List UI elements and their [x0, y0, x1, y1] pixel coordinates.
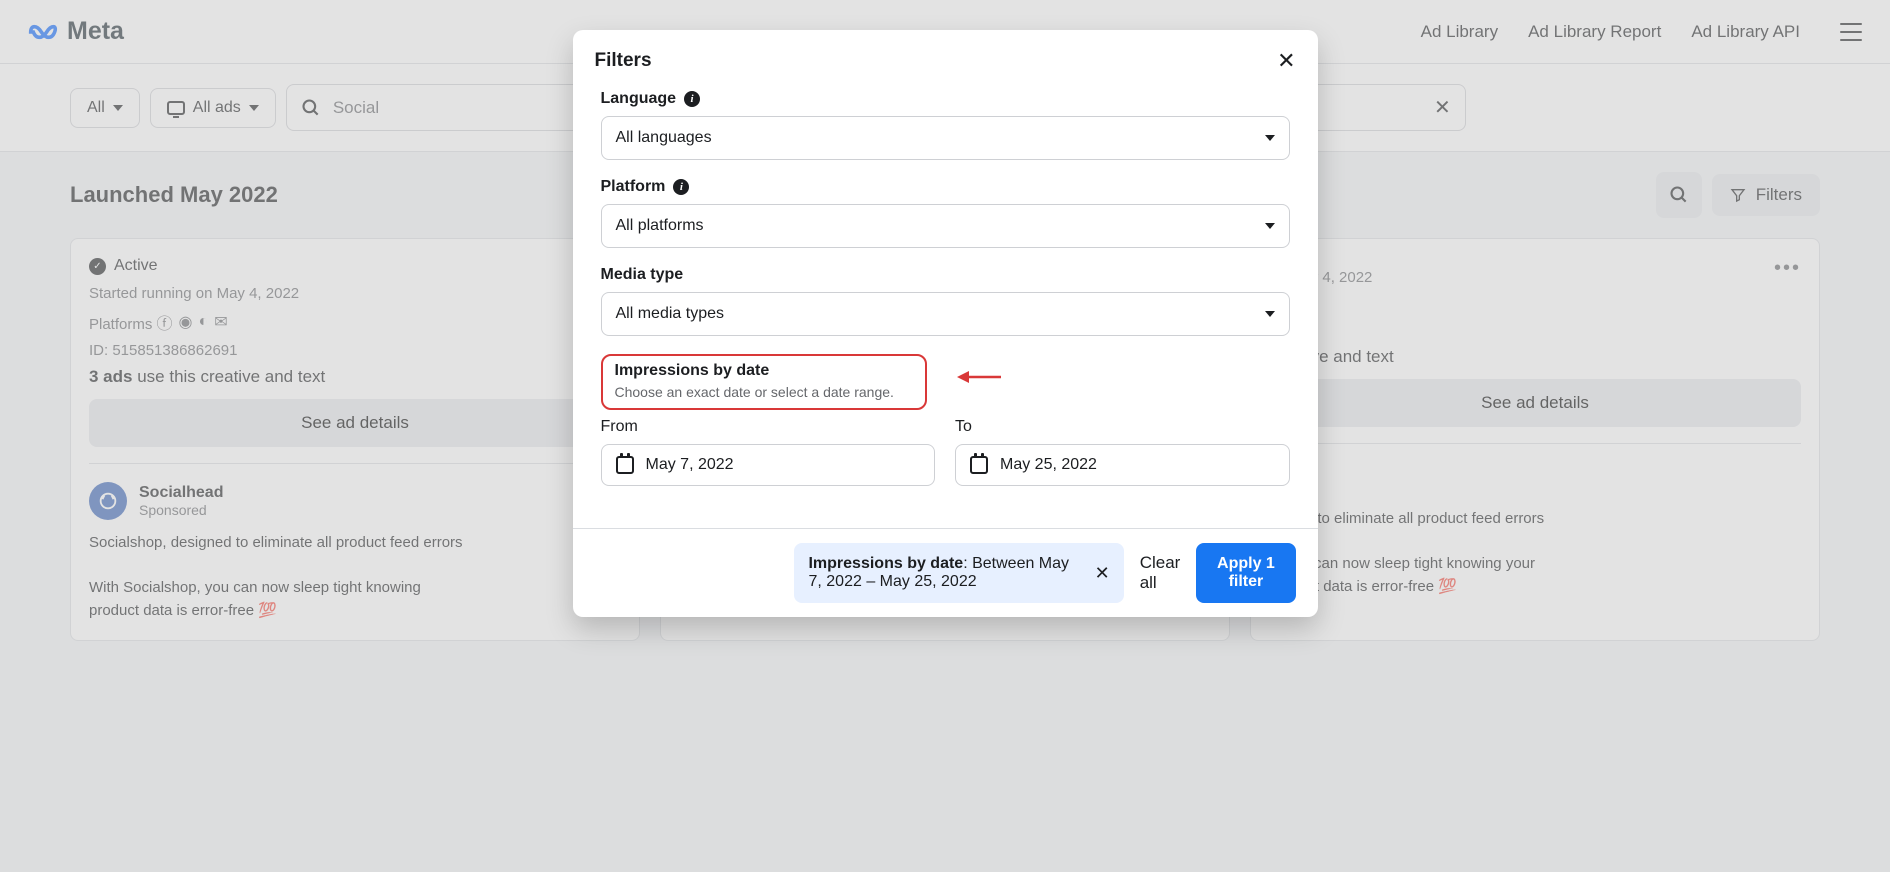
- modal-body: Language i All languages Platform i All pl…: [573, 82, 1318, 528]
- platform-label: Platform: [601, 178, 666, 196]
- language-group: Language i All languages: [601, 90, 1290, 160]
- impressions-label: Impressions by date: [615, 362, 770, 380]
- from-value: May 7, 2022: [646, 456, 734, 474]
- media-select[interactable]: All media types: [601, 292, 1290, 336]
- highlight-annotation: Impressions by date Choose an exact date…: [601, 354, 927, 410]
- language-label: Language: [601, 90, 677, 108]
- platform-value: All platforms: [616, 217, 704, 235]
- info-icon[interactable]: i: [673, 179, 689, 195]
- from-col: From May 7, 2022: [601, 418, 936, 486]
- calendar-icon: [970, 456, 988, 474]
- platform-select[interactable]: All platforms: [601, 204, 1290, 248]
- language-select[interactable]: All languages: [601, 116, 1290, 160]
- clear-all-button[interactable]: Clear all: [1140, 553, 1181, 593]
- to-value: May 25, 2022: [1000, 456, 1097, 474]
- modal-footer: Impressions by date: Between May 7, 2022…: [573, 528, 1318, 617]
- info-icon[interactable]: i: [684, 91, 700, 107]
- filters-modal: Filters ✕ Language i All languages Platfo…: [573, 30, 1318, 617]
- apply-filter-button[interactable]: Apply 1 filter: [1196, 543, 1295, 603]
- media-label: Media type: [601, 266, 684, 284]
- arrow-annotation: [957, 366, 1001, 388]
- from-label: From: [601, 418, 936, 436]
- media-group: Media type All media types: [601, 266, 1290, 336]
- close-icon[interactable]: ✕: [1277, 48, 1295, 74]
- modal-header: Filters ✕: [573, 30, 1318, 82]
- modal-overlay: Filters ✕ Language i All languages Platfo…: [0, 0, 1890, 872]
- media-value: All media types: [616, 305, 725, 323]
- from-date-input[interactable]: May 7, 2022: [601, 444, 936, 486]
- impressions-sublabel: Choose an exact date or select a date ra…: [615, 384, 913, 400]
- calendar-icon: [616, 456, 634, 474]
- chevron-down-icon: [1265, 223, 1275, 229]
- applied-filter-chip: Impressions by date: Between May 7, 2022…: [794, 543, 1123, 603]
- chip-close-icon[interactable]: ✕: [1095, 563, 1110, 584]
- chevron-down-icon: [1265, 135, 1275, 141]
- date-row: From May 7, 2022 To May 25, 2022: [601, 418, 1290, 486]
- impressions-group: Impressions by date Choose an exact date…: [601, 354, 1290, 486]
- chevron-down-icon: [1265, 311, 1275, 317]
- language-value: All languages: [616, 129, 712, 147]
- to-col: To May 25, 2022: [955, 418, 1290, 486]
- to-date-input[interactable]: May 25, 2022: [955, 444, 1290, 486]
- platform-group: Platform i All platforms: [601, 178, 1290, 248]
- modal-title: Filters: [595, 50, 652, 72]
- to-label: To: [955, 418, 1290, 436]
